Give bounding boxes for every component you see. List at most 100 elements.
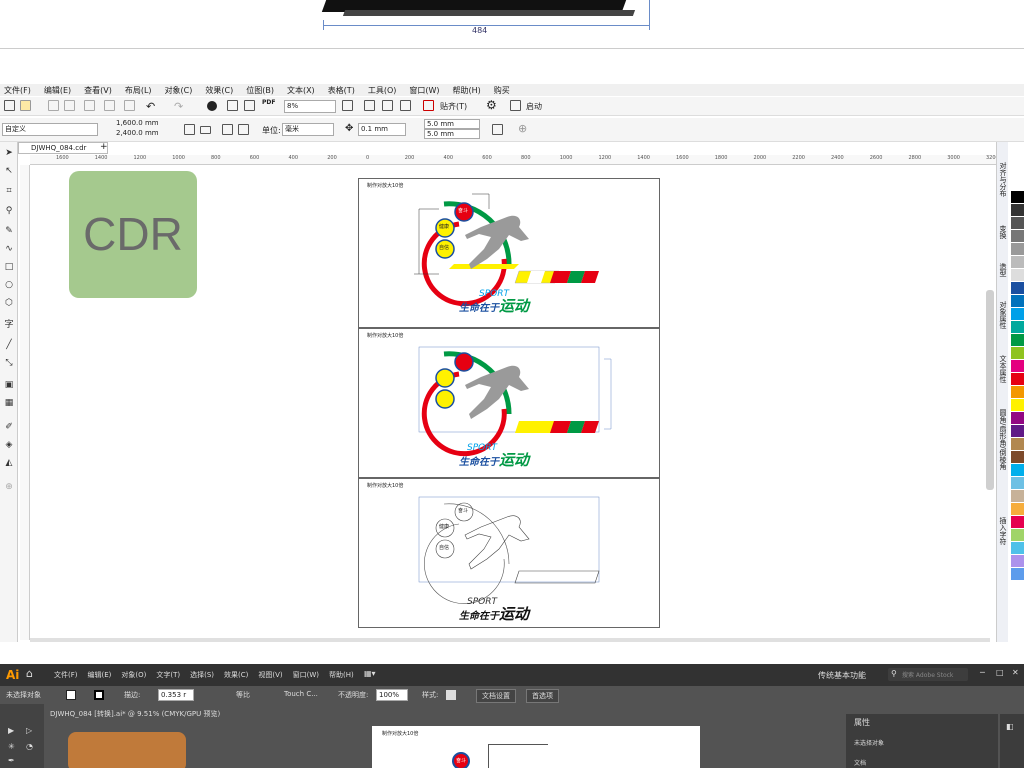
cdr-menu-item[interactable]: 对象(C): [165, 85, 193, 96]
docker-tab[interactable]: 文本属性: [998, 355, 1008, 401]
ai-menu-item[interactable]: 编辑(E): [88, 670, 112, 680]
palette-swatch[interactable]: [1011, 178, 1024, 191]
page-border-icon[interactable]: [492, 124, 503, 135]
launch-dropdown[interactable]: 启动: [526, 101, 542, 112]
eyedropper-tool-icon[interactable]: ✐: [4, 422, 14, 432]
palette-swatch[interactable]: [1011, 256, 1024, 269]
redo-icon[interactable]: ↷: [174, 100, 183, 113]
add-tab-icon[interactable]: +: [100, 142, 108, 152]
ai-menu-item[interactable]: 文字(T): [156, 670, 180, 680]
cut-icon[interactable]: [84, 100, 95, 111]
options-gear-icon[interactable]: ⚙: [486, 98, 497, 112]
page-width-input[interactable]: 1,600.0 mm: [114, 119, 170, 129]
shape-tool-icon[interactable]: ↖: [4, 166, 14, 176]
palette-swatch[interactable]: [1011, 230, 1024, 243]
stroke-weight-input[interactable]: 0.353 r: [158, 689, 194, 701]
palette-swatch[interactable]: [1011, 347, 1024, 360]
magic-wand-icon[interactable]: ✳: [8, 742, 15, 751]
artistic-tool-icon[interactable]: ∿: [4, 244, 14, 254]
ai-doc-tab[interactable]: DJWHQ_084 [转换].ai* @ 9.51% (CMYK/GPU 预览): [44, 704, 254, 722]
maximize-icon[interactable]: □: [996, 668, 1004, 677]
horizontal-scrollbar[interactable]: [30, 638, 990, 642]
connector-tool-icon[interactable]: ⤡: [4, 358, 14, 368]
shadow-tool-icon[interactable]: ▣: [4, 380, 14, 390]
opacity-input[interactable]: 100%: [376, 689, 408, 701]
palette-swatch[interactable]: [1011, 490, 1024, 503]
fill-tool-icon[interactable]: ◈: [4, 440, 14, 450]
launch-icon[interactable]: [510, 100, 521, 111]
smart-fill-icon[interactable]: ◭: [4, 458, 14, 468]
pdf-icon[interactable]: PDF: [262, 99, 275, 106]
show-rulers-icon[interactable]: [364, 100, 375, 111]
arrange-icon[interactable]: ▦▾: [364, 669, 376, 678]
palette-swatch[interactable]: [1011, 360, 1024, 373]
text-tool-icon[interactable]: 字: [4, 320, 14, 330]
palette-swatch[interactable]: [1011, 373, 1024, 386]
close-icon[interactable]: ✕: [1012, 668, 1019, 677]
ai-menu-item[interactable]: 对象(O): [121, 670, 146, 680]
ai-menu-item[interactable]: 效果(C): [224, 670, 248, 680]
docker-tab[interactable]: 插入字符: [998, 517, 1008, 563]
palette-swatch[interactable]: [1011, 464, 1024, 477]
cdr-menu-item[interactable]: 帮助(H): [453, 85, 481, 96]
new-doc-icon[interactable]: [4, 100, 15, 111]
palette-swatch[interactable]: [1011, 295, 1024, 308]
line-tool-icon[interactable]: ╱: [4, 340, 14, 350]
current-page-icon[interactable]: [238, 124, 249, 135]
cdr-menu-item[interactable]: 查看(V): [84, 85, 112, 96]
palette-swatch[interactable]: [1011, 516, 1024, 529]
palette-swatch[interactable]: [1011, 269, 1024, 282]
transparency-tool-icon[interactable]: ▦: [4, 398, 14, 408]
palette-swatch[interactable]: [1011, 425, 1024, 438]
ai-menu-item[interactable]: 帮助(H): [329, 670, 354, 680]
palette-swatch[interactable]: [1011, 334, 1024, 347]
pick-tool-icon[interactable]: ➤: [4, 148, 14, 158]
page-3[interactable]: 制作对放大10倍 奋斗 健康 自信 SPORT 生命在于运动: [358, 478, 660, 628]
palette-swatch[interactable]: [1011, 542, 1024, 555]
undo-icon[interactable]: ↶: [146, 100, 155, 113]
search-content-icon[interactable]: [207, 101, 217, 111]
show-grid-icon[interactable]: [382, 100, 393, 111]
page-1[interactable]: 制作对放大10倍 奋斗 健康 自信 SPORT 生命在于运动: [358, 178, 660, 328]
docker-tab[interactable]: 变换: [998, 225, 1008, 255]
page-2[interactable]: 制作对放大10倍 SPORT 生命在于运动: [358, 328, 660, 478]
show-guides-icon[interactable]: [400, 100, 411, 111]
preferences-button[interactable]: 首选项: [526, 689, 559, 703]
palette-swatch[interactable]: [1011, 529, 1024, 542]
palette-swatch[interactable]: [1011, 477, 1024, 490]
cdr-doc-tab[interactable]: DJWHQ_084.cdr: [18, 142, 108, 154]
copy-icon[interactable]: [104, 100, 115, 111]
workspace-select[interactable]: 传统基本功能: [818, 670, 866, 681]
cdr-menu-item[interactable]: 表格(T): [328, 85, 355, 96]
save-icon[interactable]: [48, 100, 59, 111]
snap-dropdown[interactable]: 贴齐(T): [440, 101, 467, 112]
open-icon[interactable]: [20, 100, 31, 111]
docker-tab[interactable]: 对齐与分布: [998, 162, 1008, 217]
docker-tab[interactable]: 对象属性: [998, 301, 1008, 347]
cdr-menu-item[interactable]: 窗口(W): [409, 85, 439, 96]
cdr-menu-item[interactable]: 文本(X): [287, 85, 315, 96]
zoom-select[interactable]: 8%: [284, 100, 336, 113]
stroke-swatch[interactable]: [94, 690, 104, 700]
ai-menu-item[interactable]: 视图(V): [258, 670, 282, 680]
ai-menu-item[interactable]: 文件(F): [54, 670, 78, 680]
ai-menu-item[interactable]: 选择(S): [190, 670, 214, 680]
polygon-tool-icon[interactable]: ⬡: [4, 298, 14, 308]
home-icon[interactable]: ⌂: [26, 667, 33, 680]
docker-tab[interactable]: 圆角/扇形角/倒棱角: [998, 409, 1008, 509]
palette-swatch[interactable]: [1011, 386, 1024, 399]
dup-x-input[interactable]: 5.0 mm: [424, 119, 480, 129]
freehand-tool-icon[interactable]: ✎: [4, 226, 14, 236]
palette-swatch[interactable]: [1011, 243, 1024, 256]
palette-swatch[interactable]: [1011, 412, 1024, 425]
snap-icon[interactable]: [423, 100, 434, 111]
direct-select-icon[interactable]: ▷: [26, 726, 32, 735]
paste-icon[interactable]: [124, 100, 135, 111]
add-tool-icon[interactable]: ⊕: [4, 482, 14, 492]
ai-artboard[interactable]: 制作对放大10倍 奋斗: [372, 726, 700, 768]
cc-libraries-icon[interactable]: ◧: [1006, 722, 1014, 731]
palette-swatch[interactable]: [1011, 217, 1024, 230]
cdr-menu-item[interactable]: 工具(O): [368, 85, 397, 96]
landscape-icon[interactable]: [200, 126, 211, 134]
doc-settings-button[interactable]: 文档设置: [476, 689, 516, 703]
